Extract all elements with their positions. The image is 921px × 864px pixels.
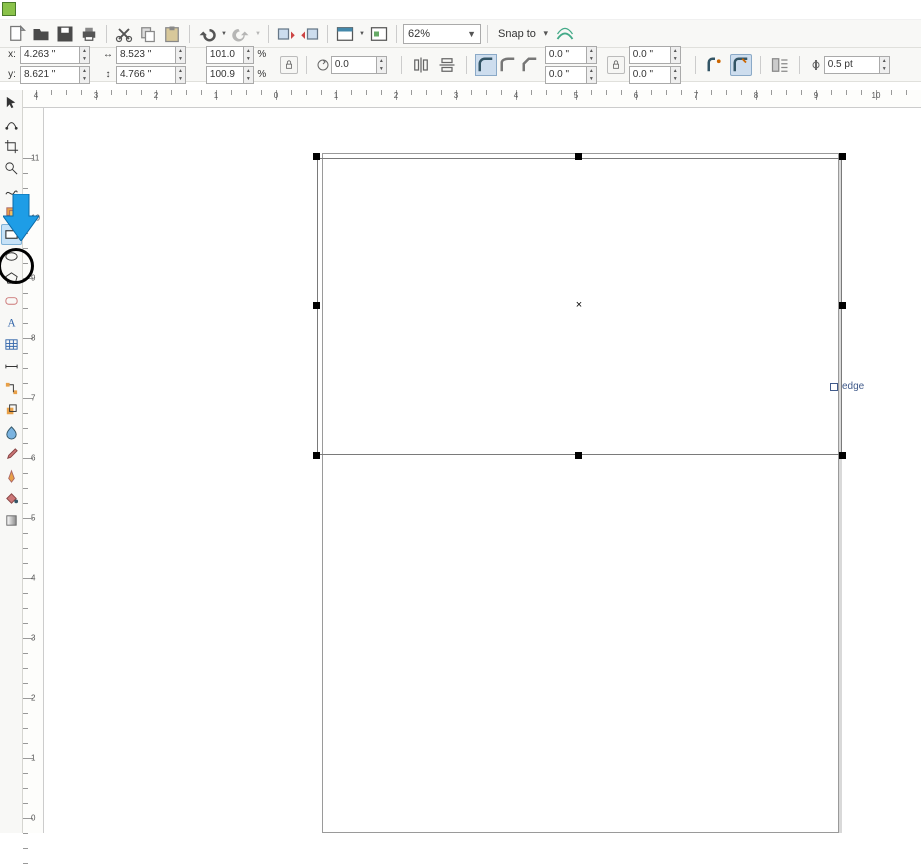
outline-pen-tool[interactable] bbox=[1, 466, 22, 487]
width-input[interactable]: 8.523 " bbox=[116, 46, 176, 64]
crop-tool[interactable] bbox=[1, 136, 22, 157]
handle-ml[interactable] bbox=[313, 302, 320, 309]
scale-y-input[interactable]: 100.9 bbox=[206, 66, 244, 84]
height-input[interactable]: 4.766 " bbox=[116, 66, 176, 84]
round-corner-button[interactable] bbox=[475, 54, 497, 76]
snap-indicator: edge bbox=[830, 381, 864, 392]
basic-shapes-tool[interactable] bbox=[1, 290, 22, 311]
scale-x-input[interactable]: 101.0 bbox=[206, 46, 244, 64]
title-bar bbox=[0, 0, 921, 20]
horizontal-ruler[interactable]: 4321012345678910 bbox=[23, 90, 921, 108]
handle-bl[interactable] bbox=[313, 452, 320, 459]
coord-x-label: x: bbox=[4, 49, 20, 60]
coord-y-input[interactable]: 8.621 " bbox=[20, 66, 80, 84]
width-icon: ↔ bbox=[100, 49, 116, 60]
polygon-tool[interactable] bbox=[1, 268, 22, 289]
mirror-v-button[interactable] bbox=[436, 54, 458, 76]
snap-edge-label: edge bbox=[842, 381, 864, 392]
handle-tm[interactable] bbox=[575, 153, 582, 160]
height-icon: ↕ bbox=[100, 69, 116, 80]
undo-button[interactable] bbox=[196, 23, 218, 45]
canvas[interactable]: × edge bbox=[44, 108, 921, 833]
rotate-group: 0.0 ▲▼ bbox=[315, 56, 387, 74]
paste-button[interactable] bbox=[161, 23, 183, 45]
toolbox: A bbox=[0, 90, 23, 833]
transparency-tool[interactable] bbox=[1, 422, 22, 443]
mirror-h-button[interactable] bbox=[410, 54, 432, 76]
save-button[interactable] bbox=[54, 23, 76, 45]
handle-mr[interactable] bbox=[839, 302, 846, 309]
ellipse-tool[interactable] bbox=[1, 246, 22, 267]
import-button[interactable] bbox=[275, 23, 297, 45]
corner-br-input[interactable]: 0.0 " bbox=[629, 66, 671, 84]
connector-tool[interactable] bbox=[1, 378, 22, 399]
cut-button[interactable] bbox=[113, 23, 135, 45]
copy-button[interactable] bbox=[137, 23, 159, 45]
corner-bl-input[interactable]: 0.0 " bbox=[545, 66, 587, 84]
undo-dropdown[interactable]: ▼ bbox=[220, 23, 228, 45]
publish-button[interactable] bbox=[368, 23, 390, 45]
zoom-value: 62% bbox=[408, 28, 430, 40]
coord-y-label: y: bbox=[4, 69, 20, 80]
view-fullscreen-button[interactable] bbox=[334, 23, 356, 45]
corner-tr-input[interactable]: 0.0 " bbox=[629, 46, 671, 64]
handle-bm[interactable] bbox=[575, 452, 582, 459]
snap-edge-icon bbox=[830, 383, 838, 391]
interactive-fill-tool[interactable] bbox=[1, 510, 22, 531]
rotate-input[interactable]: 0.0 bbox=[331, 56, 377, 74]
snap-combo[interactable]: Snap to ▾ bbox=[494, 24, 552, 44]
selection-center-icon: × bbox=[576, 299, 582, 311]
snap-options-button[interactable] bbox=[554, 23, 576, 45]
freehand-tool[interactable] bbox=[1, 180, 22, 201]
redo-dropdown[interactable]: ▼ bbox=[254, 23, 262, 45]
relative-corner-button[interactable] bbox=[704, 54, 726, 76]
property-bar: x: 4.263 " ▲▼ y: 8.621 " ▲▼ ↔ 8.523 " ▲▼… bbox=[0, 48, 921, 82]
table-tool[interactable] bbox=[1, 334, 22, 355]
open-file-button[interactable] bbox=[30, 23, 52, 45]
pick-tool[interactable] bbox=[1, 92, 22, 113]
lock-corners-button[interactable] bbox=[607, 56, 625, 74]
corner-tl-input[interactable]: 0.0 " bbox=[545, 46, 587, 64]
wrap-text-button[interactable] bbox=[769, 54, 791, 76]
stroke-width-input[interactable]: 0.5 pt bbox=[824, 56, 880, 74]
app-icon bbox=[2, 2, 16, 16]
redo-button[interactable] bbox=[230, 23, 252, 45]
fill-tool[interactable] bbox=[1, 488, 22, 509]
print-button[interactable] bbox=[78, 23, 100, 45]
handle-br[interactable] bbox=[839, 452, 846, 459]
stroke-width-icon bbox=[808, 58, 824, 72]
corner-style-group bbox=[475, 54, 541, 76]
shape-tool[interactable] bbox=[1, 114, 22, 135]
new-file-button[interactable] bbox=[6, 23, 28, 45]
coord-x-input[interactable]: 4.263 " bbox=[20, 46, 80, 64]
zoom-combo[interactable]: 62% ▼ bbox=[403, 24, 481, 44]
handle-tl[interactable] bbox=[313, 153, 320, 160]
effects-tool[interactable] bbox=[1, 400, 22, 421]
rotate-icon bbox=[315, 58, 331, 72]
scallop-corner-button[interactable] bbox=[497, 54, 519, 76]
view-dropdown[interactable]: ▼ bbox=[358, 23, 366, 45]
rectangle-tool[interactable] bbox=[1, 224, 22, 245]
scale-corner-button[interactable] bbox=[730, 54, 752, 76]
percent-label: % bbox=[254, 49, 270, 60]
lock-ratio-button[interactable] bbox=[280, 56, 298, 74]
vertical-ruler[interactable]: 11109876543210 bbox=[23, 108, 44, 833]
smart-fill-tool[interactable] bbox=[1, 202, 22, 223]
text-tool[interactable]: A bbox=[1, 312, 22, 333]
zoom-tool[interactable] bbox=[1, 158, 22, 179]
dimension-tool[interactable] bbox=[1, 356, 22, 377]
handle-tr[interactable] bbox=[839, 153, 846, 160]
chamfer-corner-button[interactable] bbox=[519, 54, 541, 76]
main-toolbar: ▼ ▼ ▼ 62% ▼ Snap to ▾ bbox=[0, 20, 921, 48]
eyedropper-tool[interactable] bbox=[1, 444, 22, 465]
snap-label: Snap to bbox=[498, 28, 536, 40]
export-button[interactable] bbox=[299, 23, 321, 45]
svg-text:A: A bbox=[7, 317, 16, 329]
